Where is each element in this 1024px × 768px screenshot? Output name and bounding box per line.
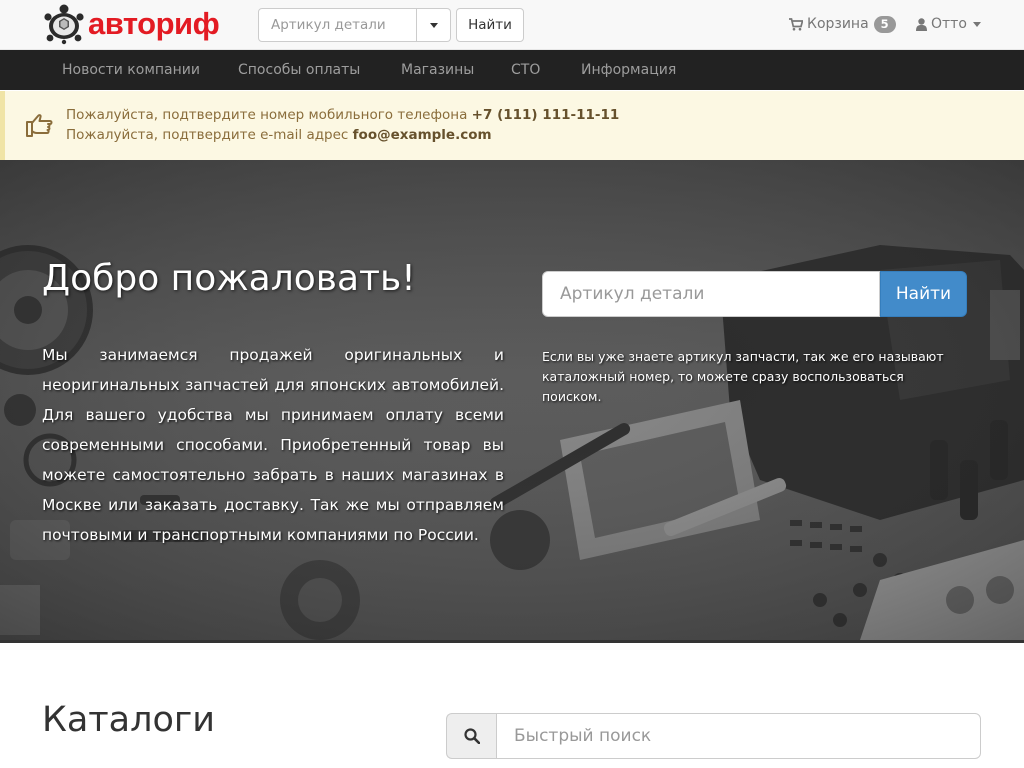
nav-item-stores[interactable]: Магазины	[401, 50, 474, 90]
quick-search-group	[446, 713, 981, 759]
cart-link[interactable]: Корзина 5	[789, 14, 896, 34]
hero-search-hint: Если вы уже знаете артикул запчасти, так…	[542, 349, 944, 404]
header-find-button[interactable]: Найти	[456, 8, 524, 42]
logo-text: авториф	[88, 6, 220, 41]
hero-search-input[interactable]	[542, 271, 880, 317]
hero-banner: Добро пожаловать! Мы занимаемся продажей…	[0, 160, 1024, 640]
nav-item-payment[interactable]: Способы оплаты	[238, 50, 360, 90]
cart-label: Корзина	[807, 16, 869, 32]
site-logo[interactable]: авториф	[42, 3, 220, 45]
user-menu-toggle[interactable]: Отто	[916, 14, 981, 34]
phone-confirm-text: Пожалуйста, подтвердите номер мобильного…	[66, 107, 468, 123]
search-icon	[463, 728, 480, 744]
header-search-input[interactable]	[258, 8, 417, 42]
top-navbar: авториф Найти Корзина 5 Отто	[0, 0, 1024, 50]
user-icon	[916, 17, 927, 31]
email-confirm-line: Пожалуйста, подтвердите e-mail адрес foo…	[66, 127, 492, 143]
quick-search-input[interactable]	[496, 713, 981, 759]
hero-search-group: Найти	[542, 271, 967, 317]
nav-item-news[interactable]: Новости компании	[62, 50, 200, 90]
catalogs-heading: Каталоги	[42, 700, 216, 740]
phone-confirm-line: Пожалуйста, подтвердите номер мобильного…	[66, 107, 619, 123]
hero-search-button[interactable]: Найти	[880, 271, 967, 317]
main-nav: Новости компании Способы оплаты Магазины…	[0, 50, 1024, 90]
cart-count-badge: 5	[873, 15, 896, 33]
verification-alert: Пожалуйста, подтвердите номер мобильного…	[0, 91, 1024, 160]
chevron-down-icon	[972, 21, 981, 27]
search-dropdown-button[interactable]	[417, 8, 451, 42]
hero-description: Мы занимаемся продажей оригинальных и не…	[42, 346, 504, 544]
turtle-logo-icon	[44, 4, 84, 45]
nav-item-service[interactable]: СТО	[511, 50, 540, 90]
email-address[interactable]: foo@example.com	[353, 127, 492, 143]
user-name: Отто	[931, 16, 967, 32]
header-search-group	[258, 8, 451, 42]
hero-title: Добро пожаловать!	[42, 258, 416, 299]
shopping-cart-icon	[789, 17, 803, 30]
email-confirm-text: Пожалуйста, подтвердите e-mail адрес	[66, 127, 349, 143]
hand-pointing-right-icon	[26, 114, 53, 137]
quick-search-addon	[446, 713, 496, 759]
nav-item-info[interactable]: Информация	[581, 50, 676, 90]
hero-bottom-border	[0, 640, 1024, 643]
phone-number[interactable]: +7 (111) 111-11-11	[472, 107, 620, 123]
chevron-down-icon	[429, 22, 438, 28]
